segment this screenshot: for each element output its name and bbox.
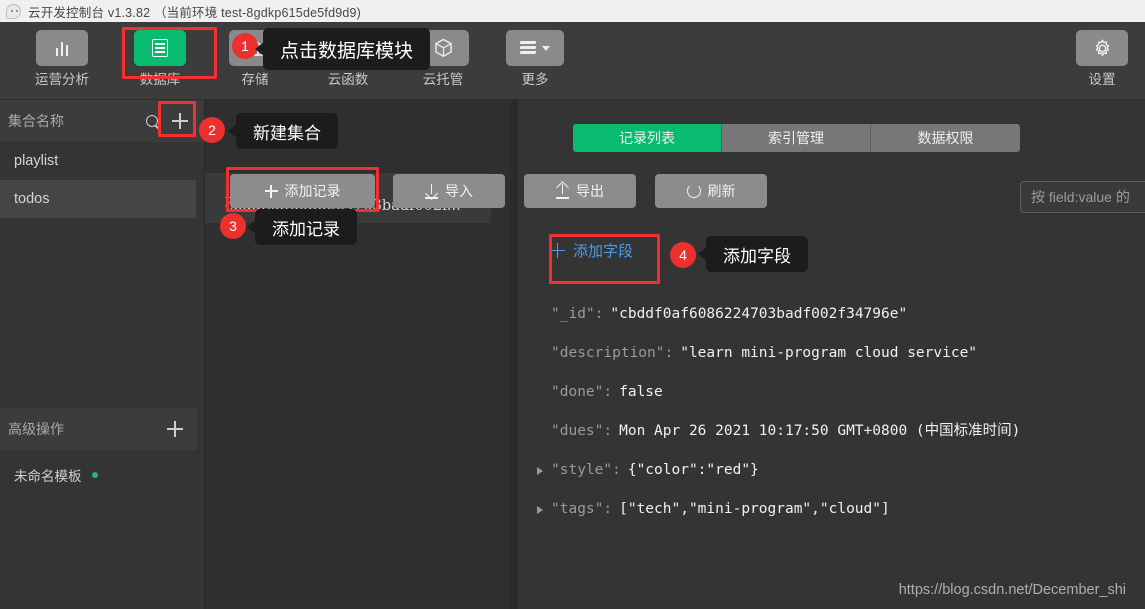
export-label: 导出 xyxy=(576,183,604,199)
detail-tabs: 记录列表 索引管理 数据权限 xyxy=(573,124,1020,152)
nav-item-more[interactable]: 更多 xyxy=(495,30,575,90)
plus-icon xyxy=(264,184,278,198)
json-key: "_id": xyxy=(551,306,604,322)
tab-index-management[interactable]: 索引管理 xyxy=(722,124,871,152)
add-field-label: 添加字段 xyxy=(573,243,634,260)
json-row[interactable]: "_id": "cbddf0af6086224703badf002f34796e… xyxy=(518,295,1145,334)
plus-icon xyxy=(550,243,565,258)
callout-badge-2: 2 xyxy=(199,117,225,143)
database-icon xyxy=(134,30,186,66)
json-value: {"color":"red"} xyxy=(627,462,759,478)
advanced-operations-header: 高级操作 xyxy=(0,408,197,450)
nav-item-settings[interactable]: 设置 xyxy=(1062,30,1142,90)
json-row[interactable]: "description": "learn mini-program cloud… xyxy=(518,334,1145,373)
expand-triangle-icon[interactable] xyxy=(537,466,543,475)
export-button[interactable]: 导出 xyxy=(524,174,636,208)
json-key: "done": xyxy=(551,384,613,400)
tab-label: 索引管理 xyxy=(768,130,824,146)
json-key: "tags": xyxy=(551,501,613,517)
callout-tooltip-4: 添加字段 xyxy=(698,236,808,272)
template-item[interactable]: 未命名模板 xyxy=(0,458,205,492)
json-key: "dues": xyxy=(551,423,613,439)
app-root: 云开发控制台 v1.3.82 （当前环境 test-8gdkp615de5fd9… xyxy=(0,0,1145,609)
nav-label: 存储 xyxy=(241,72,269,87)
json-row[interactable]: "style": {"color":"red"} xyxy=(518,451,1145,490)
add-record-label: 添加记录 xyxy=(284,183,341,199)
callout-tooltip-3: 添加记录 xyxy=(247,209,357,245)
collection-name: todos xyxy=(14,191,50,207)
upload-icon xyxy=(556,183,569,199)
cube-glyph xyxy=(434,38,452,58)
refresh-label: 刷新 xyxy=(707,183,736,199)
add-record-button[interactable]: 添加记录 xyxy=(230,174,375,208)
sidebar-header: 集合名称 xyxy=(0,100,204,142)
window-titlebar: 云开发控制台 v1.3.82 （当前环境 test-8gdkp615de5fd9… xyxy=(0,0,1145,22)
nav-label: 数据库 xyxy=(139,72,181,87)
collection-name: playlist xyxy=(14,153,59,169)
refresh-button[interactable]: 刷新 xyxy=(655,174,767,208)
json-row[interactable]: "tags": ["tech","mini-program","cloud"] xyxy=(518,490,1145,529)
top-navigation: 运营分析 数据库 存储 云函数 云托管 更多 设置 xyxy=(0,22,1145,100)
tab-record-list[interactable]: 记录列表 xyxy=(573,124,722,152)
add-template-button[interactable] xyxy=(161,415,189,443)
add-field-button[interactable]: 添加字段 xyxy=(550,240,633,261)
nav-label: 设置 xyxy=(1088,72,1116,87)
nav-label: 云托管 xyxy=(422,72,464,87)
search-input[interactable]: 按 field:value 的 xyxy=(1020,181,1145,213)
json-row[interactable]: "done": false xyxy=(518,373,1145,412)
watermark: https://blog.csdn.net/December_shi xyxy=(898,582,1126,598)
sidebar-item-playlist[interactable]: playlist xyxy=(0,142,204,180)
layers-icon xyxy=(506,30,564,66)
json-value: false xyxy=(619,384,663,400)
template-name: 未命名模板 xyxy=(14,469,82,484)
gear-glyph xyxy=(1095,39,1109,56)
window-title: 云开发控制台 v1.3.82 （当前环境 test-8gdkp615de5fd9… xyxy=(28,5,362,20)
advanced-operations-title: 高级操作 xyxy=(8,421,64,437)
import-label: 导入 xyxy=(445,183,473,199)
bar-chart-icon xyxy=(36,30,88,66)
tab-data-permission[interactable]: 数据权限 xyxy=(871,124,1020,152)
download-icon xyxy=(425,183,438,199)
refresh-icon xyxy=(686,184,701,198)
nav-item-operation-analysis[interactable]: 运营分析 xyxy=(22,30,102,90)
status-dot-icon xyxy=(91,472,98,478)
search-placeholder: 按 field:value 的 xyxy=(1031,189,1130,205)
cloud-console-logo-icon xyxy=(6,3,21,19)
nav-label: 云函数 xyxy=(327,72,369,87)
json-value: Mon Apr 26 2021 10:17:50 GMT+0800 (中国标准时… xyxy=(619,423,1021,439)
json-key: "style": xyxy=(551,462,621,478)
search-icon[interactable] xyxy=(138,107,166,135)
sidebar: 集合名称 playlist todos 高级操作 未命名模板 xyxy=(0,100,205,609)
tab-label: 记录列表 xyxy=(619,130,675,146)
nav-label: 更多 xyxy=(521,72,549,87)
nav-label: 运营分析 xyxy=(35,72,89,87)
sidebar-title: 集合名称 xyxy=(8,113,64,129)
json-field-list: "_id": "cbddf0af6086224703badf002f34796e… xyxy=(518,295,1145,529)
sidebar-item-todos[interactable]: todos xyxy=(0,180,196,218)
import-button[interactable]: 导入 xyxy=(393,174,505,208)
json-value: ["tech","mini-program","cloud"] xyxy=(619,501,890,517)
expand-triangle-icon[interactable] xyxy=(537,505,543,514)
callout-tooltip-2: 新建集合 xyxy=(228,113,338,149)
chevron-down-icon xyxy=(542,45,550,51)
tab-label: 数据权限 xyxy=(917,130,974,146)
callout-tooltip-1: 点击数据库模块 xyxy=(254,28,431,70)
nav-item-database[interactable]: 数据库 xyxy=(120,30,200,90)
gear-icon xyxy=(1076,30,1128,66)
callout-badge-3: 3 xyxy=(220,213,246,239)
add-collection-button[interactable] xyxy=(166,107,194,135)
json-key: "description": xyxy=(551,345,674,361)
json-value: "cbddf0af6086224703badf002f34796e" xyxy=(610,306,908,322)
json-row[interactable]: "dues": Mon Apr 26 2021 10:17:50 GMT+080… xyxy=(518,412,1145,451)
layers-glyph xyxy=(519,40,537,56)
json-value: "learn mini-program cloud service" xyxy=(680,345,978,361)
callout-badge-4: 4 xyxy=(670,242,696,268)
